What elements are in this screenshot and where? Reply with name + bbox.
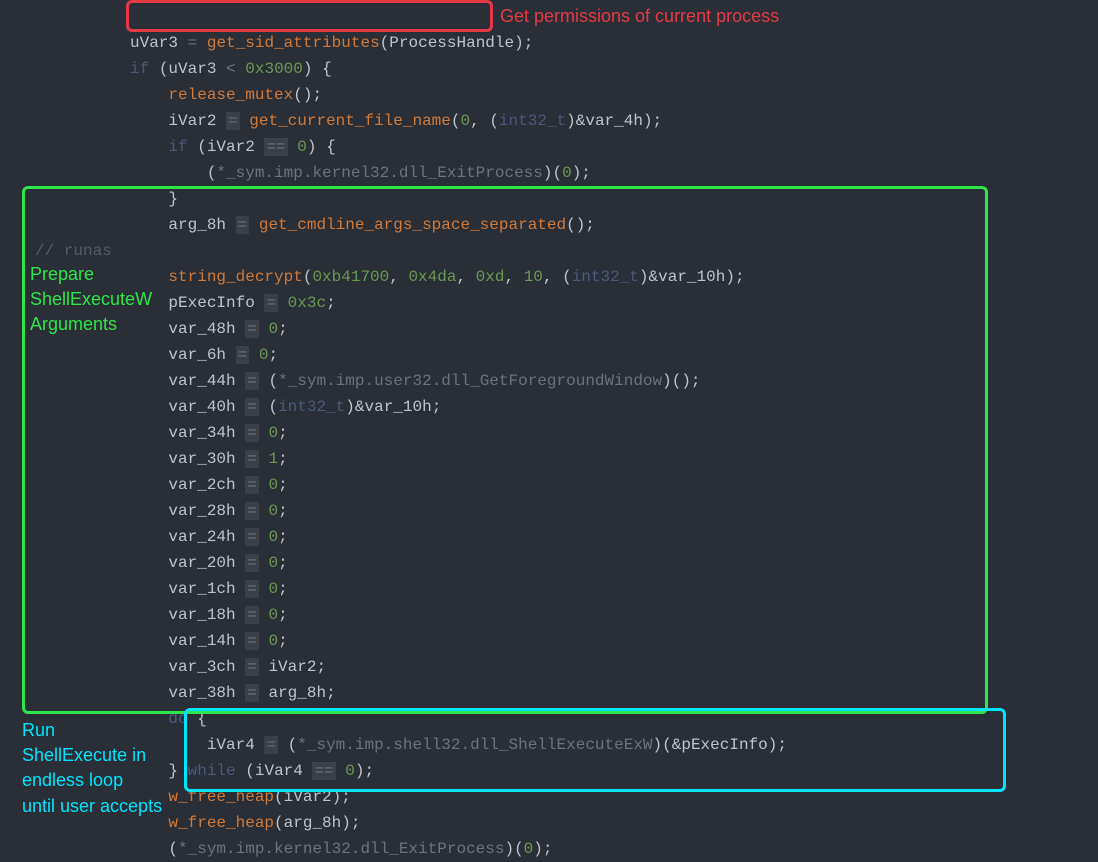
variable: uVar3 — [130, 34, 178, 52]
annotation-green: Prepare ShellExecuteW Arguments — [30, 262, 152, 338]
code-block: uVar3 = get_sid_attributes(ProcessHandle… — [0, 0, 1098, 862]
comment: // runas — [35, 242, 112, 260]
annotation-cyan: Run ShellExecute in endless loop until u… — [22, 718, 162, 819]
annotation-red: Get permissions of current process — [500, 4, 779, 29]
function-call: get_sid_attributes — [207, 34, 380, 52]
